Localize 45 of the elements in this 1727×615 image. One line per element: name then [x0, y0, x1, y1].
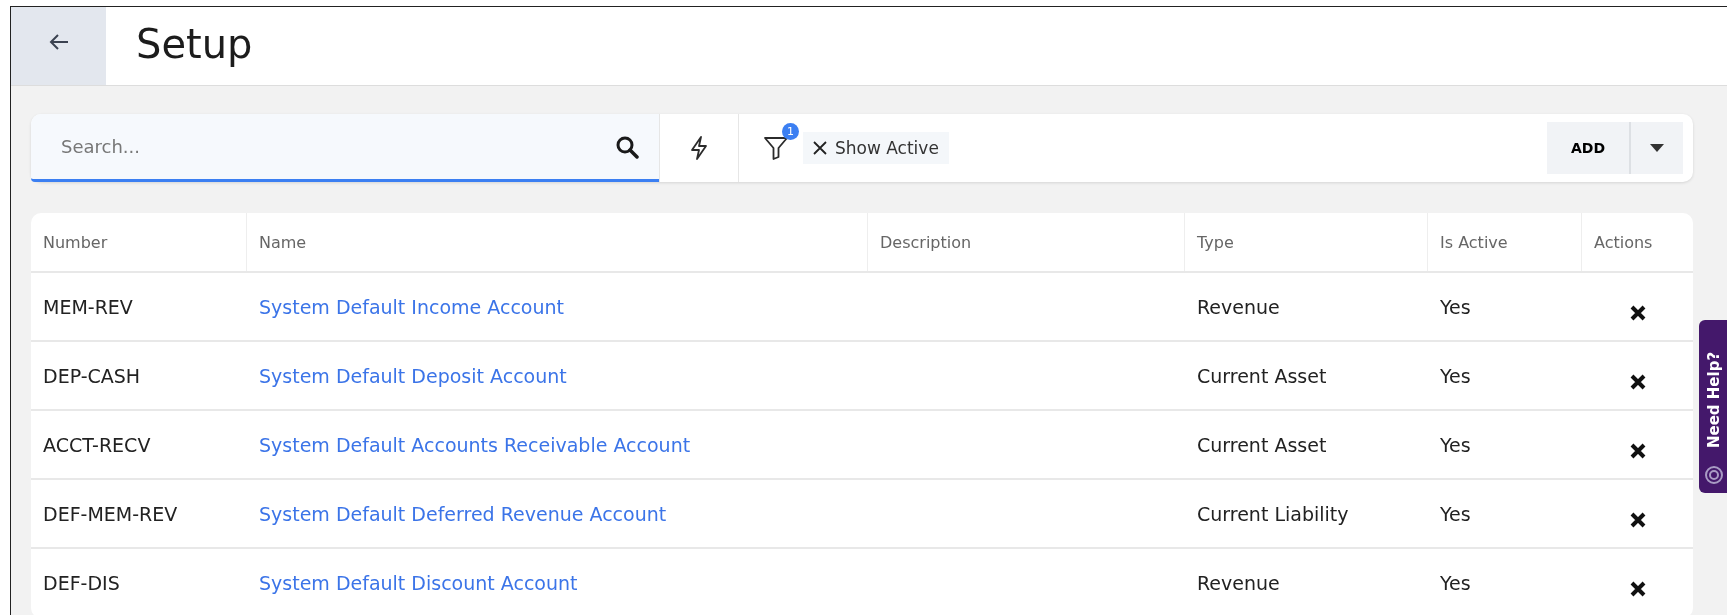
- account-link[interactable]: System Default Accounts Receivable Account: [259, 433, 691, 456]
- table-cell-text: Revenue: [1196, 570, 1281, 596]
- table-cell-text: DEF-MEM-REV: [42, 501, 179, 527]
- caret-icon: [1650, 144, 1664, 152]
- search-icon[interactable]: [615, 134, 639, 159]
- search-field[interactable]: Search...: [31, 114, 659, 182]
- close-icon[interactable]: [813, 141, 827, 155]
- delete-icon[interactable]: [1629, 442, 1646, 459]
- lightning-icon[interactable]: [688, 135, 710, 161]
- account-link[interactable]: System Default Deferred Revenue Account: [259, 502, 667, 525]
- search-input[interactable]: Search...: [59, 113, 615, 180]
- lifebuoy-icon: [1703, 465, 1724, 485]
- table-cell-text: Current Asset: [1196, 363, 1328, 389]
- delete-icon[interactable]: [1629, 373, 1646, 390]
- chip-label: Show Active: [835, 138, 939, 158]
- delete-icon[interactable]: [1629, 580, 1646, 597]
- table-cell-text: ACCT-RECV: [42, 432, 152, 458]
- delete-icon[interactable]: [1629, 511, 1646, 528]
- filter-icon[interactable]: [763, 135, 789, 161]
- table-cell-text: MEM-REV: [42, 294, 134, 320]
- table-cell-text: DEP-CASH: [42, 363, 142, 389]
- column-header[interactable]: Description: [868, 213, 1185, 271]
- account-link[interactable]: System Default Income Account: [259, 295, 565, 318]
- table-cell-text: DEF-DIS: [42, 570, 121, 596]
- column-header[interactable]: Type: [1185, 213, 1428, 271]
- table-cell-text: Yes: [1439, 570, 1472, 596]
- delete-icon[interactable]: [1629, 304, 1646, 321]
- column-header[interactable]: Number: [31, 213, 247, 271]
- table-cell-text: Yes: [1439, 363, 1472, 389]
- table-cell-text: Yes: [1439, 294, 1472, 320]
- account-link[interactable]: System Default Deposit Account: [259, 364, 567, 387]
- account-link[interactable]: System Default Discount Account: [259, 571, 578, 594]
- table-cell-text: Yes: [1439, 432, 1472, 458]
- filter-chip[interactable]: Show Active: [803, 132, 949, 164]
- page-title: Setup: [135, 20, 253, 69]
- column-header[interactable]: Actions: [1582, 213, 1693, 271]
- column-header[interactable]: Is Active: [1428, 213, 1582, 271]
- table-cell-text: Current Asset: [1196, 432, 1328, 458]
- column-header[interactable]: Name: [247, 213, 868, 271]
- table-cell-text: Revenue: [1196, 294, 1281, 320]
- back-arrow-icon: [47, 33, 70, 51]
- table-cell-text: Yes: [1439, 501, 1472, 527]
- table-cell-text: Current Liability: [1196, 501, 1350, 527]
- need-help-tab[interactable]: Need Help?: [1699, 320, 1727, 493]
- filter-count-badge: 1: [782, 123, 799, 140]
